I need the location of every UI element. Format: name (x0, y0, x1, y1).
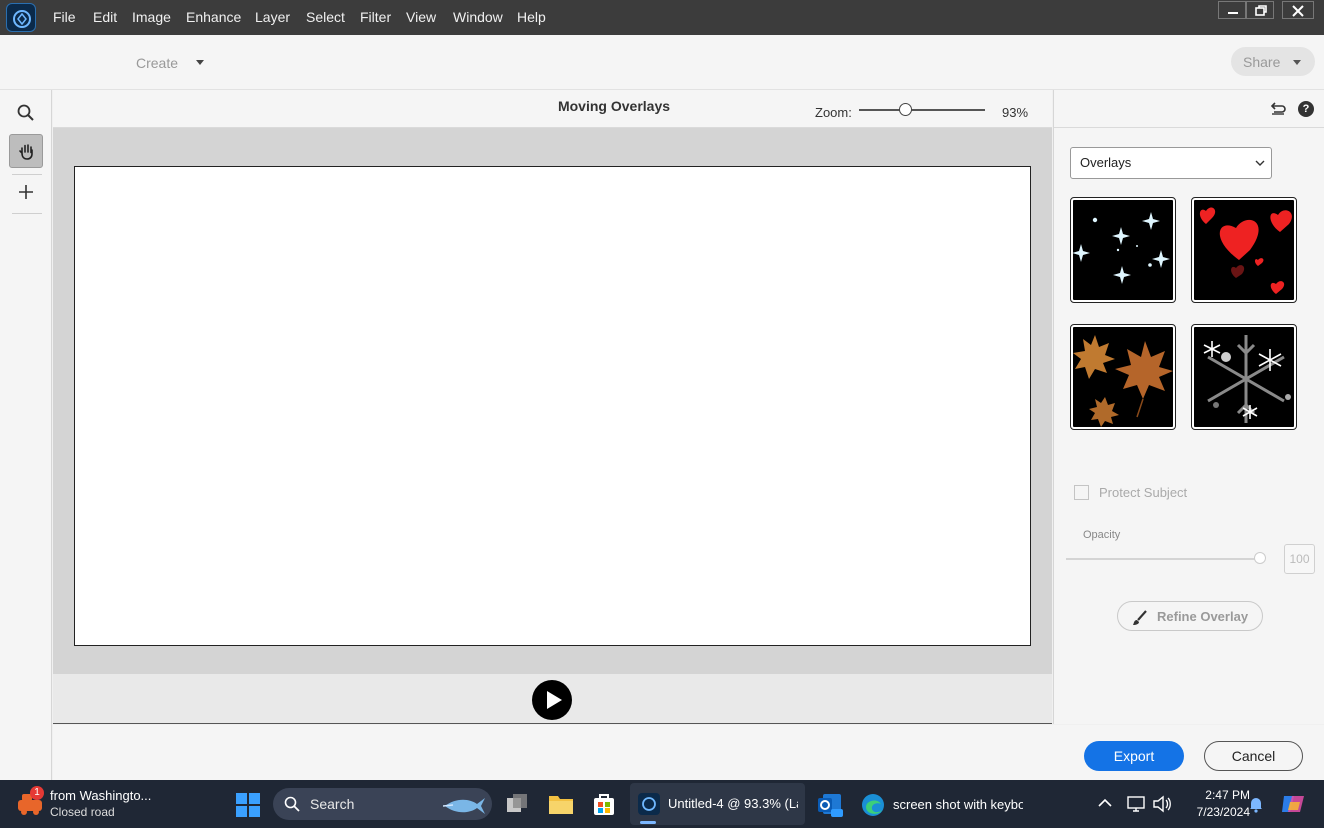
cancel-button[interactable]: Cancel (1204, 741, 1303, 771)
edge-window-label[interactable]: screen shot with keyboa (893, 797, 1023, 812)
close-window-button[interactable] (1282, 1, 1314, 19)
clock-date[interactable]: 7/23/2024 (1176, 805, 1250, 819)
photoshop-elements-taskbar-icon (638, 793, 660, 815)
menu-file[interactable]: File (53, 9, 76, 25)
opacity-label: Opacity (1083, 529, 1121, 541)
edge-browser-icon[interactable] (860, 792, 886, 818)
brush-icon (1133, 610, 1147, 625)
menu-help[interactable]: Help (517, 9, 546, 25)
sparkles-icon (1073, 212, 1170, 284)
notification-badge: 1 (30, 786, 44, 800)
opacity-value-field[interactable]: 100 (1284, 544, 1315, 574)
zoom-slider-knob[interactable] (899, 103, 912, 116)
active-app-label: Untitled-4 @ 93.3% (Lay (668, 796, 798, 811)
export-button[interactable]: Export (1084, 741, 1184, 771)
menu-enhance[interactable]: Enhance (186, 9, 241, 25)
plus-crosshair-icon (19, 185, 33, 199)
restore-button[interactable] (1246, 1, 1274, 19)
taskbar-search-box[interactable]: Search (273, 788, 492, 820)
microsoft-store-icon[interactable] (592, 792, 616, 816)
overlay-type-select[interactable]: Overlays (1070, 147, 1272, 179)
menu-view[interactable]: View (406, 9, 436, 25)
work-header: Moving Overlays Zoom: 93% (53, 90, 1052, 128)
action-row: Export Cancel (53, 725, 1324, 780)
create-caret-icon[interactable] (196, 60, 204, 65)
outlook-icon[interactable] (817, 792, 843, 818)
menu-layer[interactable]: Layer (255, 9, 290, 25)
hearts-icon (1199, 207, 1292, 294)
news-widget-title[interactable]: from Washingto... (50, 788, 151, 803)
menu-edit[interactable]: Edit (93, 9, 117, 25)
sparkles-overlay-thumbnail[interactable] (1070, 197, 1176, 303)
photoshop-elements-logo-icon[interactable] (6, 3, 36, 32)
refine-overlay-label: Refine Overlay (1157, 609, 1249, 624)
zoom-label: Zoom: (815, 105, 852, 120)
tool-column (0, 90, 52, 780)
title-menu-bar: File Edit Image Enhance Layer Select Fil… (0, 0, 1324, 35)
tool-divider (12, 213, 42, 214)
news-widget-subtitle[interactable]: Closed road (50, 805, 115, 819)
chevron-down-icon (1255, 160, 1265, 166)
hearts-overlay-thumbnail[interactable] (1191, 197, 1297, 303)
zoom-slider[interactable] (859, 109, 985, 111)
swordfish-icon (443, 798, 485, 814)
hand-tool[interactable] (9, 134, 43, 168)
share-label: Share (1243, 54, 1281, 70)
play-button[interactable] (532, 680, 572, 720)
hand-icon (19, 144, 33, 160)
overlays-panel: ? Overlays Protect Subject Opacity 100 R… (1053, 90, 1324, 724)
move-tool[interactable] (9, 175, 43, 209)
taskbar-active-app[interactable]: Untitled-4 @ 93.3% (Lay (630, 783, 805, 825)
opacity-slider[interactable] (1066, 558, 1259, 560)
opacity-slider-knob[interactable] (1254, 552, 1266, 564)
create-menu-button[interactable]: Create (136, 55, 178, 71)
leaves-overlay-thumbnail[interactable] (1070, 324, 1176, 430)
zoom-tool[interactable] (9, 96, 43, 130)
windows-start-icon[interactable] (236, 793, 260, 817)
share-button[interactable]: Share (1231, 47, 1315, 76)
snowflakes-icon (1203, 335, 1291, 423)
canvas-area (53, 128, 1052, 674)
refine-overlay-button[interactable]: Refine Overlay (1117, 601, 1263, 631)
protect-subject-checkbox[interactable] (1074, 485, 1089, 500)
chevron-up-icon[interactable] (1098, 798, 1112, 808)
windows-taskbar: 1 from Washingto... Closed road Search U… (0, 780, 1324, 828)
playback-bar (53, 674, 1052, 724)
search-icon (284, 796, 300, 812)
copilot-icon[interactable] (1280, 792, 1306, 816)
magnifier-icon (17, 104, 34, 121)
menu-window[interactable]: Window (453, 9, 503, 25)
leaves-icon (1073, 335, 1173, 427)
share-caret-icon (1293, 60, 1301, 65)
reset-icon[interactable] (1270, 102, 1286, 116)
help-icon[interactable]: ? (1298, 101, 1314, 117)
active-indicator (640, 821, 656, 824)
volume-icon[interactable] (1152, 795, 1172, 813)
image-canvas[interactable] (74, 166, 1031, 646)
notification-bell-icon[interactable] (1248, 795, 1264, 813)
protect-subject-label: Protect Subject (1099, 485, 1188, 500)
file-explorer-icon[interactable] (548, 792, 574, 816)
search-placeholder: Search (310, 796, 355, 812)
clock-time[interactable]: 2:47 PM (1190, 788, 1250, 802)
top-toolbar: Create Share (0, 35, 1324, 90)
network-icon[interactable] (1127, 795, 1147, 813)
menu-filter[interactable]: Filter (360, 9, 391, 25)
minimize-button[interactable] (1218, 1, 1246, 19)
menu-select[interactable]: Select (306, 9, 345, 25)
snowflakes-overlay-thumbnail[interactable] (1191, 324, 1297, 430)
overlay-select-value: Overlays (1080, 155, 1132, 170)
menu-image[interactable]: Image (132, 9, 171, 25)
play-icon (547, 691, 562, 709)
task-view-icon[interactable] (505, 792, 529, 816)
zoom-value: 93% (1002, 105, 1029, 120)
panel-header: ? (1054, 90, 1324, 128)
